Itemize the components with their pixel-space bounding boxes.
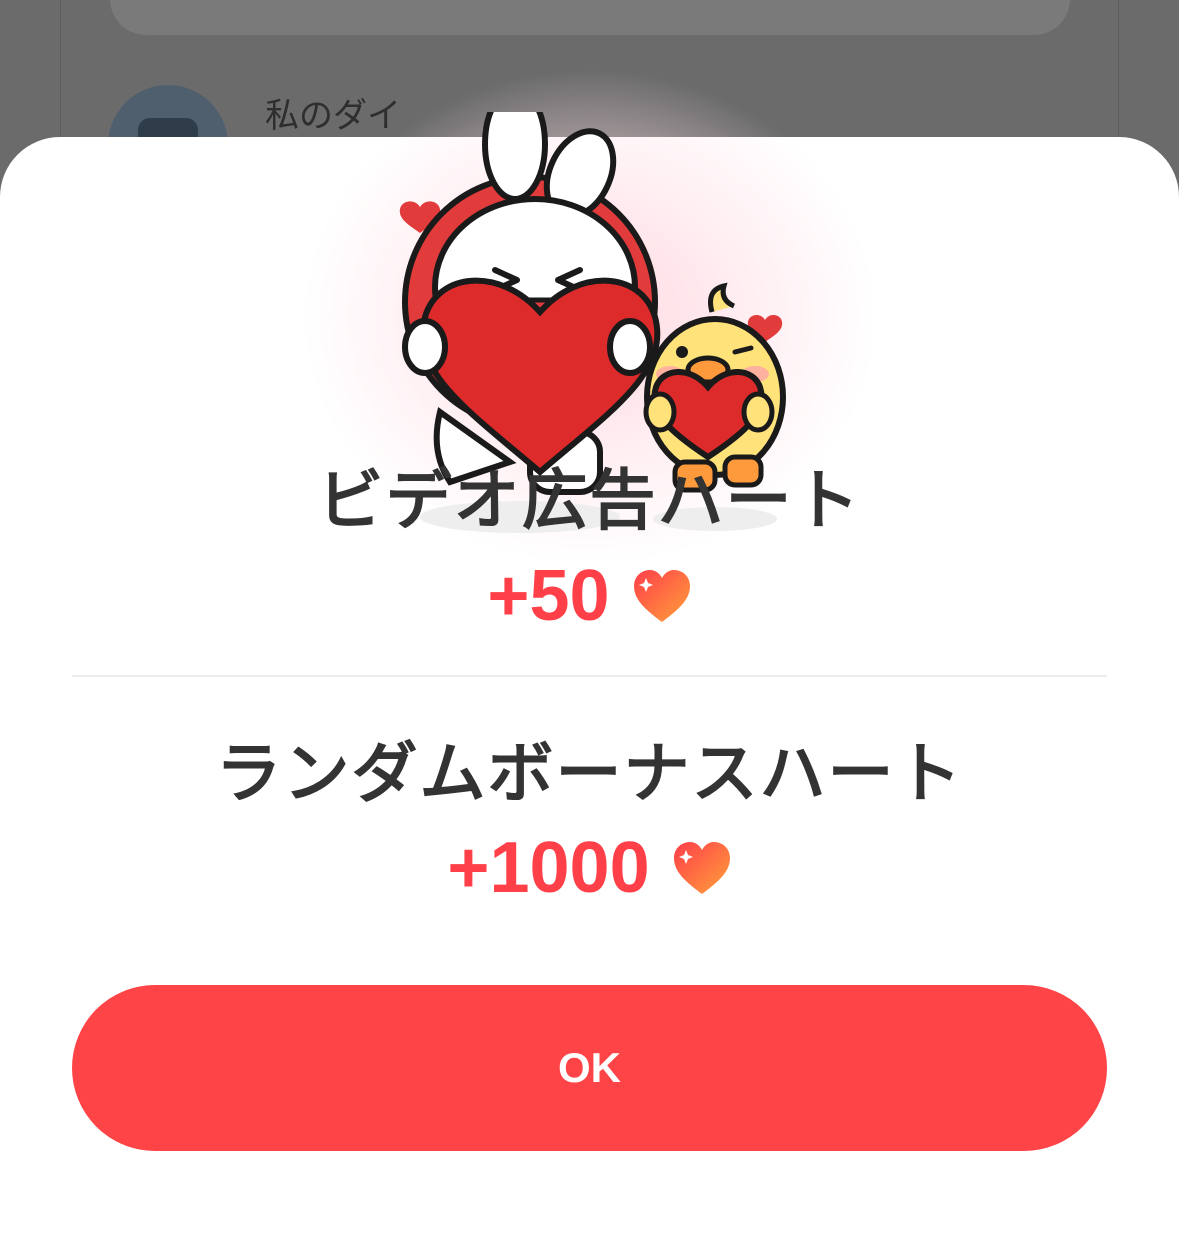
heart-icon [673, 842, 730, 894]
background-divider [1118, 0, 1119, 160]
random-bonus-heart-title: ランダムボーナスハート [215, 735, 964, 812]
background-divider [60, 0, 61, 160]
reward-divider [72, 675, 1107, 677]
reward-bottom-sheet: ビデオ広告ハート +50 ランダムボーナスハート +1000 OK [0, 67, 1179, 1237]
background-card [110, 0, 1070, 35]
ok-button[interactable]: OK [72, 985, 1107, 1151]
video-ad-heart-amount: +50 [487, 556, 610, 636]
random-bonus-heart-amount-row: +1000 [0, 827, 1179, 909]
video-ad-heart-amount-row: +50 [0, 555, 1179, 637]
heart-icon [633, 570, 690, 622]
video-ad-heart-title: ビデオ広告ハート [317, 462, 862, 539]
random-bonus-heart-amount: +1000 [447, 828, 650, 908]
